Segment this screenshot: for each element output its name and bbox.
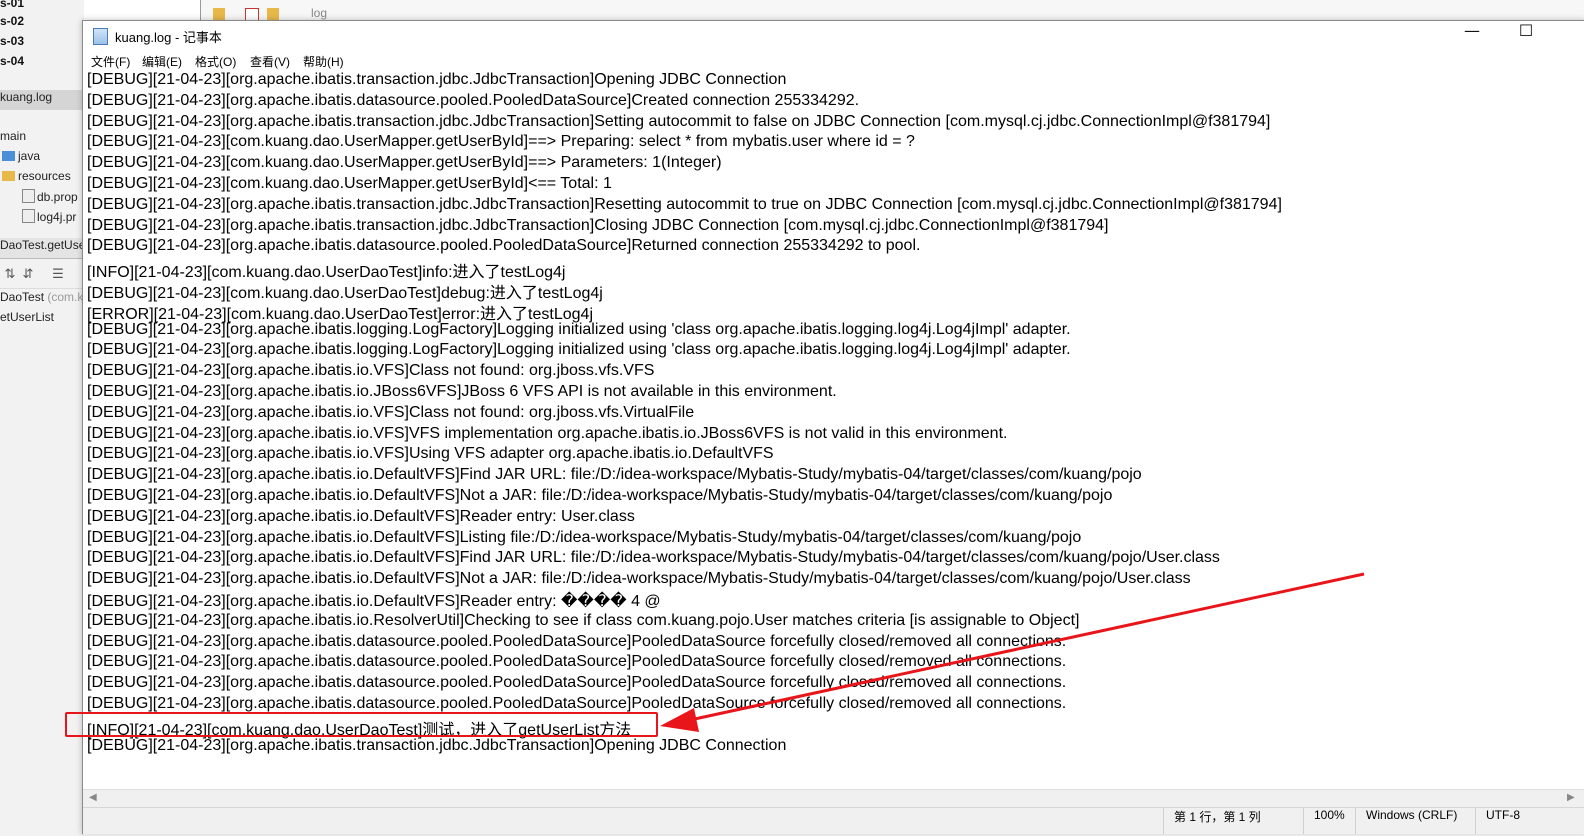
arrow-head — [660, 708, 699, 732]
arrow-line — [689, 572, 1365, 722]
annotation-arrow — [660, 572, 1365, 732]
